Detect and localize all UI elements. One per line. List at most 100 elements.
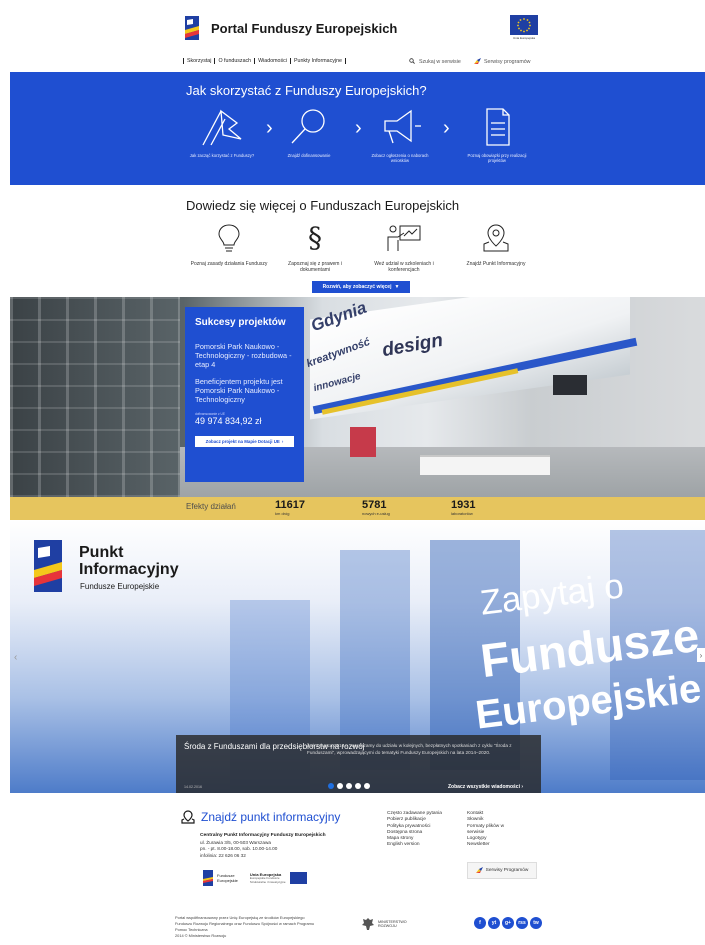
map-project-button[interactable]: Zobacz projekt na Mapie Dotacji UE › [195, 436, 294, 447]
nav-item-skorzystaj[interactable]: Skorzystaj [183, 58, 214, 64]
photo-window-grid [10, 297, 180, 497]
steps-title: Jak skorzystać z Funduszy Europejskich? [186, 83, 427, 98]
step-start-label: Jak zacząć korzystać z Funduszy? [189, 153, 255, 158]
learn-item-info-point-label: Znajdź Punkt Informacyjny [466, 261, 526, 267]
eu-logo: Unia Europejska Europejskie Fundusze Str… [250, 872, 307, 885]
step-start[interactable]: Jak zacząć korzystać z Funduszy? [187, 107, 257, 158]
expand-button[interactable]: Rozwiń, aby zobaczyć więcej ▼ [312, 281, 410, 293]
fe-logo: Fundusze Europejskie [202, 870, 238, 886]
slider-prev-button[interactable]: ‹ [14, 652, 17, 663]
flag-icon [202, 109, 242, 146]
twitter-icon[interactable]: tw [530, 917, 542, 929]
footer-title: Znajdź punkt informacyjny [201, 810, 341, 824]
learn-title: Dowiedz się więcej o Funduszach Europejs… [186, 198, 460, 213]
success-title: Sukcesy projektów [195, 317, 286, 328]
learn-item-rules-label: Poznaj zasady działania Funduszy [190, 261, 268, 267]
learn-item-rules[interactable]: Poznaj zasady działania Funduszy [189, 222, 269, 267]
checklist-icon [486, 108, 510, 146]
slider-dot[interactable] [337, 783, 343, 789]
footer-link-file-formats[interactable]: Formaty plików w serwisie [467, 824, 519, 837]
map-pin-icon [483, 224, 509, 252]
learn-item-trainings[interactable]: Weź udział w szkoleniach i konferencjach [364, 222, 444, 273]
services-link[interactable]: Serwisy programów [474, 58, 531, 66]
step-obligations[interactable]: Poznaj obowiązki przy realizacji projekt… [462, 107, 532, 163]
chevron-right-icon: › [443, 117, 450, 139]
slider-dot[interactable] [364, 783, 370, 789]
nav-item-o-funduszach[interactable]: O funduszach [214, 58, 254, 64]
search-icon [409, 58, 415, 66]
rss-icon[interactable]: rss [516, 917, 528, 929]
google-plus-icon[interactable]: g+ [502, 917, 514, 929]
news-overlay: Środa z Funduszami dla przedsiębiorstw n… [176, 735, 541, 793]
youtube-icon[interactable]: yt [488, 917, 500, 929]
search-link[interactable]: Szukaj w serwisie [409, 58, 461, 66]
effect-labs-unit: laboratoriów [451, 511, 473, 516]
footer-link-english[interactable]: English version [387, 842, 442, 848]
services-button[interactable]: Serwisy Programów [467, 862, 537, 879]
learn-item-info-point[interactable]: Znajdź Punkt Informacyjny [456, 222, 536, 267]
slider-dot[interactable] [328, 783, 334, 789]
chevron-right-icon: › [521, 784, 524, 790]
services-icon [474, 58, 481, 66]
success-project-name: Pomorski Park Naukowo - Technologiczny -… [195, 342, 292, 369]
megaphone-icon [384, 109, 421, 144]
site-logo-link[interactable]: Portal Funduszy Europejskich [183, 16, 397, 40]
effect-eservices: 5781 nowych e-usług [362, 499, 390, 516]
effect-eservices-value: 5781 [362, 499, 387, 511]
paragraph-icon: § [308, 221, 322, 254]
success-photo: Gdynia kreatywność innowacje design [10, 297, 705, 497]
punkt-subtitle: Fundusze Europejskie [80, 582, 160, 591]
services-button-label: Serwisy Programów [485, 868, 529, 873]
footer-address-phone: infolinia: 22 626 06 32 [200, 852, 246, 858]
step-find-funding-label: Znajdź dofinansowanie [287, 153, 331, 158]
learn-item-law[interactable]: § Zapoznaj się z prawem i dokumentami [275, 221, 355, 273]
slider-next-button[interactable]: › [697, 648, 705, 662]
nav-item-punkty-informacyjne[interactable]: Punkty Informacyjne [289, 58, 346, 64]
eu-flag-icon [289, 872, 307, 884]
success-amount: 49 974 834,92 zł [195, 416, 262, 426]
footer-copyright: Portal współfinansowany przez Unię Europ… [175, 915, 365, 939]
nav-item-wiadomosci[interactable]: Wiadomości [254, 58, 290, 64]
top-nav: Skorzystaj O funduszach Wiadomości Punkt… [183, 58, 346, 64]
fe-logo-line2: Europejskie [217, 878, 238, 883]
effect-roads-unit: km dróg [275, 511, 290, 516]
success-beneficiary: Beneficjentem projektu jest Pomorski Par… [195, 377, 283, 404]
footer-address: Centralny Punkt Informacyjny Funduszy Eu… [200, 832, 326, 859]
slider-dot[interactable] [355, 783, 361, 789]
effects-bar: Efekty działań 11617 km dróg 5781 nowych… [10, 497, 705, 520]
all-news-link[interactable]: Zobacz wszystkie wiadomości › [448, 784, 523, 790]
punkt-informacyjny-logo-icon [30, 540, 66, 592]
facebook-icon[interactable]: f [474, 917, 486, 929]
eu-logo-line3: Strukturalne i Inwestycyjne [249, 879, 286, 884]
effect-labs-value: 1931 [451, 499, 476, 511]
services-icon [475, 866, 483, 875]
photo-counter [420, 455, 550, 475]
learn-item-trainings-label: Weź udział w szkoleniach i konferencjach [374, 261, 434, 273]
step-calls[interactable]: Zobacz ogłoszenia o naborach wniosków [365, 107, 435, 163]
effect-eservices-unit: nowych e-usług [362, 511, 390, 516]
lightbulb-icon [218, 224, 240, 252]
steps-section: Jak skorzystać z Funduszy Europejskich? … [10, 72, 705, 185]
copyright-line4: 2014 © Ministerstwo Rozwoju [175, 933, 227, 938]
expand-button-label: Rozwiń, aby zobaczyć więcej [322, 284, 392, 290]
step-find-funding[interactable]: Znajdź dofinansowanie [274, 107, 344, 158]
slider-dot[interactable] [346, 783, 352, 789]
footer-links-2: Kontakt Słownik Formaty plików w serwisi… [467, 811, 519, 849]
photo-tv [553, 375, 587, 395]
footer-link-newsletter[interactable]: Newsletter [467, 842, 519, 848]
footer-links-1: Często zadawane pytania Pobierz publikac… [387, 811, 442, 849]
photo-stand [350, 427, 376, 457]
effect-roads-value: 11617 [275, 499, 305, 511]
news-text: Już 2 marca 2016 r. zapraszamy do udział… [307, 743, 512, 755]
svg-text:§: § [308, 222, 322, 252]
chevron-down-icon: ▼ [394, 284, 400, 290]
all-news-label: Zobacz wszystkie wiadomości [448, 784, 520, 790]
social-links: f yt g+ rss tw [474, 917, 542, 929]
footer-find-point[interactable]: Znajdź punkt informacyjny [181, 810, 340, 824]
step-calls-label: Zobacz ogłoszenia o naborach wniosków [371, 153, 429, 163]
learn-item-law-label: Zapoznaj się z prawem i dokumentami [288, 261, 342, 273]
fe-logo-icon [203, 870, 213, 886]
slider-dots [328, 783, 370, 789]
chevron-right-icon: › [281, 439, 284, 444]
ministry-logo: MINISTERSTWO ROZWOJU [362, 917, 407, 931]
